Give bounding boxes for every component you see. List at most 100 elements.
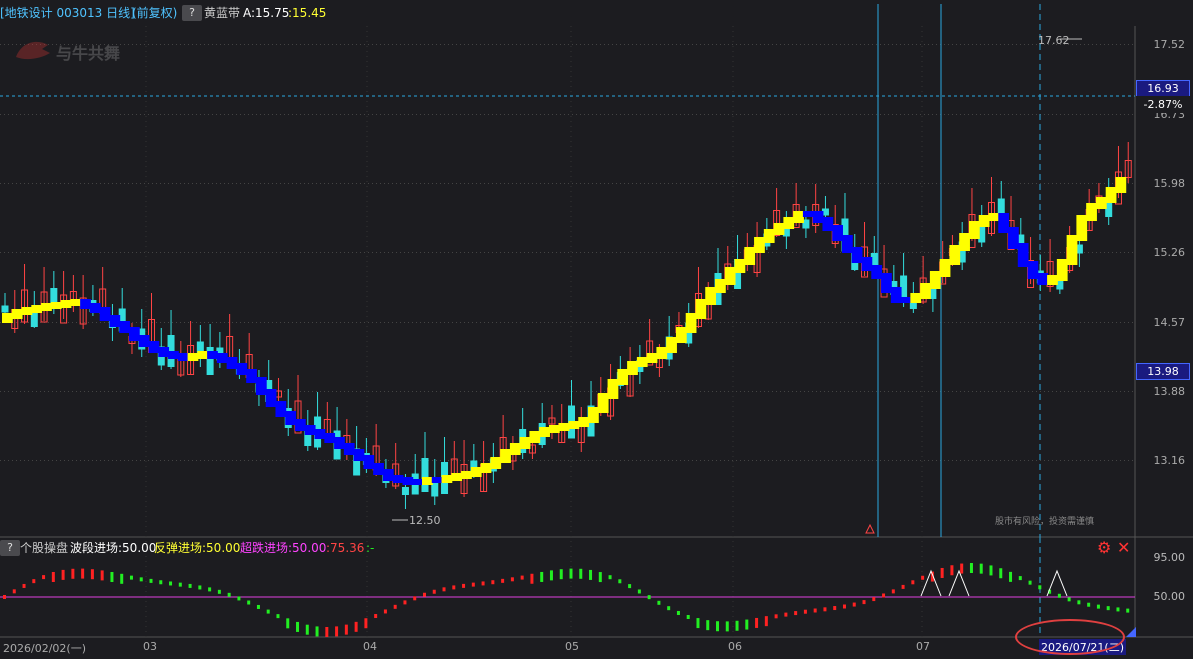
help-icon[interactable]: ?	[182, 5, 202, 21]
grid-dot	[352, 183, 353, 184]
grid-dot	[508, 252, 509, 253]
grid-dot	[608, 183, 609, 184]
grid-dot	[288, 114, 289, 115]
grid-dot	[8, 44, 9, 45]
grid-dot	[1004, 252, 1005, 253]
grid-dot	[12, 460, 13, 461]
grid-dot	[784, 391, 785, 392]
grid-dot	[396, 252, 397, 253]
grid-dot	[736, 322, 737, 323]
grid-dot	[768, 460, 769, 461]
osc-bar	[139, 577, 143, 582]
grid-dot	[300, 44, 301, 45]
grid-dot	[104, 114, 105, 115]
band-segment	[548, 425, 560, 433]
grid-dot	[992, 183, 993, 184]
grid-dot	[468, 322, 469, 323]
price-tick: 15.26	[1153, 246, 1186, 259]
grid-dot	[648, 252, 649, 253]
grid-dot	[336, 252, 337, 253]
grid-dot	[840, 44, 841, 45]
close-icon[interactable]: ✕	[1117, 539, 1130, 557]
grid-dot	[372, 114, 373, 115]
grid-dot	[56, 183, 57, 184]
grid-dot	[116, 114, 117, 115]
indicator-help-icon[interactable]: ?	[0, 540, 20, 556]
grid-dot	[384, 183, 385, 184]
grid-dot	[708, 460, 709, 461]
grid-dot	[952, 391, 953, 392]
grid-dot	[12, 252, 13, 253]
grid-dot	[260, 252, 261, 253]
grid-dot	[972, 460, 973, 461]
grid-dot	[240, 183, 241, 184]
grid-dot	[236, 252, 237, 253]
grid-dot	[388, 460, 389, 461]
grid-dot	[804, 460, 805, 461]
grid-dot	[552, 44, 553, 45]
grid-dot	[544, 322, 545, 323]
band-segment	[236, 363, 248, 375]
grid-dot	[304, 252, 305, 253]
indicator-name[interactable]: 黄蓝带	[204, 0, 240, 26]
grid-dot	[556, 460, 557, 461]
grid-dot	[300, 460, 301, 461]
stock-title[interactable]: [地铁设计 003013 日线]	[0, 0, 135, 26]
grid-dot	[256, 44, 257, 45]
grid-dot	[8, 114, 9, 115]
grid-dot	[964, 114, 965, 115]
grid-dot	[772, 391, 773, 392]
candlestick-chart[interactable]	[0, 0, 1193, 659]
grid-dot	[324, 322, 325, 323]
grid-dot	[256, 183, 257, 184]
grid-dot	[800, 114, 801, 115]
grid-dot	[184, 322, 185, 323]
grid-dot	[944, 322, 945, 323]
grid-dot	[400, 114, 401, 115]
grid-dot	[100, 322, 101, 323]
grid-dot	[1084, 252, 1085, 253]
grid-dot	[896, 322, 897, 323]
grid-dot	[612, 322, 613, 323]
grid-dot	[688, 44, 689, 45]
grid-dot	[728, 44, 729, 45]
grid-dot	[120, 114, 121, 115]
grid-dot	[284, 183, 285, 184]
grid-dot	[316, 460, 317, 461]
grid-dot	[612, 44, 613, 45]
grid-dot	[296, 252, 297, 253]
grid-dot	[52, 322, 53, 323]
grid-dot	[916, 252, 917, 253]
grid-dot	[512, 114, 513, 115]
osc-axis-top: 95.00	[1153, 551, 1186, 564]
grid-dot	[920, 460, 921, 461]
grid-dot	[220, 183, 221, 184]
grid-dot	[924, 460, 925, 461]
gear-icon[interactable]: ⚙	[1097, 539, 1111, 557]
grid-dot	[344, 252, 345, 253]
grid-dot	[360, 252, 361, 253]
indicator-panel-name[interactable]: 个股操盘	[20, 539, 68, 557]
grid-dot	[708, 44, 709, 45]
grid-dot	[376, 391, 377, 392]
grid-dot	[488, 460, 489, 461]
band-segment	[988, 213, 1000, 221]
band-segment	[578, 417, 590, 427]
grid-dot	[60, 460, 61, 461]
osc-bar	[989, 565, 993, 576]
grid-dot	[864, 183, 865, 184]
grid-dot	[700, 391, 701, 392]
grid-dot	[692, 114, 693, 115]
grid-dot	[232, 252, 233, 253]
grid-dot	[84, 460, 85, 461]
adjust-mode[interactable]: (前复权)	[132, 0, 177, 26]
grid-dot	[144, 252, 145, 253]
grid-dot	[1008, 114, 1009, 115]
grid-dot	[700, 252, 701, 253]
grid-dot	[976, 114, 977, 115]
grid-dot	[56, 460, 57, 461]
band-segment	[1017, 243, 1029, 267]
grid-dot	[1052, 252, 1053, 253]
grid-dot	[608, 252, 609, 253]
grid-dot	[808, 44, 809, 45]
